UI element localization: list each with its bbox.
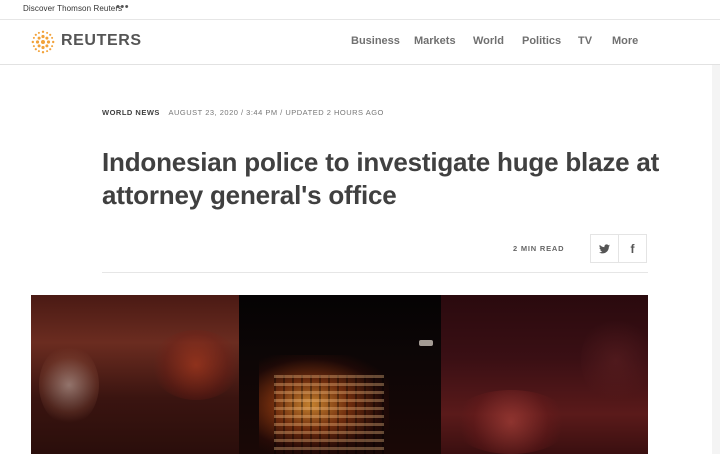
- more-dots-icon[interactable]: •••: [116, 1, 129, 13]
- hero-image[interactable]: [31, 295, 648, 454]
- site-header: REUTERS Business Markets World Politics …: [0, 19, 720, 65]
- nav-markets[interactable]: Markets: [414, 35, 456, 47]
- article-meta: WORLD NEWS AUGUST 23, 2020 / 3:44 PM / U…: [102, 108, 384, 117]
- dateline: AUGUST 23, 2020 / 3:44 PM / UPDATED 2 HO…: [168, 108, 384, 117]
- scrollbar[interactable]: [712, 65, 720, 454]
- top-utility-bar: Discover Thomson Reuters •••: [0, 0, 720, 19]
- nav-more[interactable]: More: [612, 35, 638, 47]
- twitter-icon: [599, 243, 610, 253]
- reuters-logo-icon[interactable]: [31, 30, 55, 54]
- hero-image-panel-center: [239, 295, 441, 454]
- article-headline: Indonesian police to investigate huge bl…: [102, 147, 660, 210]
- facebook-icon: f: [630, 241, 635, 256]
- discover-thomson-reuters-link[interactable]: Discover Thomson Reuters: [23, 4, 122, 13]
- share-twitter-button[interactable]: [590, 234, 619, 263]
- section-label[interactable]: WORLD NEWS: [102, 108, 160, 117]
- nav-business[interactable]: Business: [351, 35, 400, 47]
- header-divider: [102, 272, 648, 273]
- nav-politics[interactable]: Politics: [522, 35, 561, 47]
- nav-tv[interactable]: TV: [578, 35, 592, 47]
- hero-image-panel-left: [31, 295, 241, 454]
- share-facebook-button[interactable]: f: [618, 234, 647, 263]
- hero-image-panel-right: [441, 295, 648, 454]
- read-time: 2 MIN READ: [513, 244, 565, 253]
- brand-wordmark[interactable]: REUTERS: [61, 32, 142, 50]
- nav-world[interactable]: World: [473, 35, 504, 47]
